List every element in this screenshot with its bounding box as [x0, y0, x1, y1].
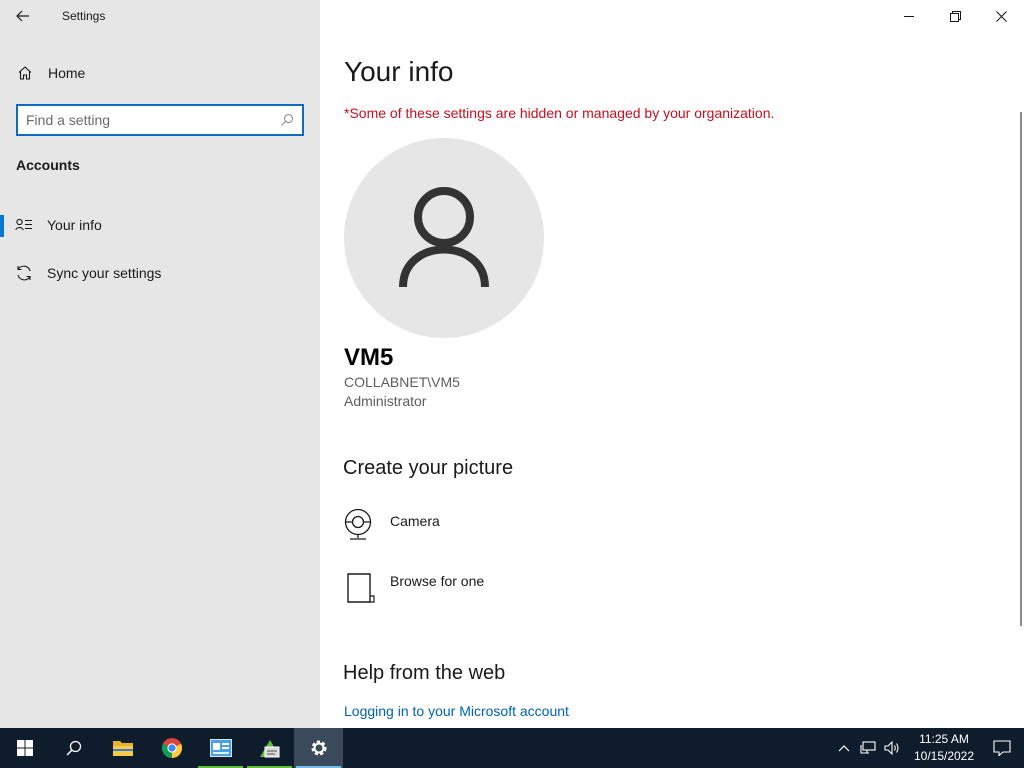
user-name: VM5: [344, 344, 394, 371]
page-title: Your info: [344, 56, 454, 87]
main-content: Your info *Some of these settings are hi…: [320, 0, 1024, 728]
help-link[interactable]: Logging in to your Microsoft account: [344, 703, 569, 719]
search-icon: [65, 740, 81, 756]
chevron-up-icon: [838, 745, 850, 752]
title-bar: Settings: [0, 0, 320, 32]
app-green-button[interactable]: [245, 728, 294, 768]
sidebar-item-label: Sync your settings: [47, 265, 162, 281]
network-icon: [860, 741, 876, 754]
system-tray: 11:25 AM 10/15/2022: [832, 728, 1024, 768]
browse-label: Browse for one: [390, 573, 485, 589]
app-window-button[interactable]: [196, 728, 245, 768]
volume-icon: [884, 741, 899, 755]
search-box: [16, 104, 304, 136]
network-button[interactable]: [856, 728, 880, 768]
settings-window: Settings Home Accounts Your info S: [0, 0, 1024, 728]
app-window-icon: [209, 739, 232, 757]
sidebar: Settings Home Accounts Your info S: [0, 0, 320, 728]
browse-file-icon: [344, 568, 390, 612]
scrollbar[interactable]: [1020, 112, 1022, 626]
browse-option[interactable]: Browse for one: [344, 568, 644, 612]
back-arrow-icon: [16, 10, 29, 22]
your-info-icon: [0, 218, 47, 232]
app-green-icon: [259, 740, 280, 758]
sidebar-item-label: Your info: [47, 217, 102, 233]
sync-icon: [0, 264, 47, 282]
home-label: Home: [48, 65, 86, 81]
camera-option[interactable]: Camera: [344, 508, 644, 552]
chrome-icon: [161, 738, 182, 758]
camera-label: Camera: [390, 513, 440, 529]
create-picture-heading: Create your picture: [343, 457, 514, 479]
file-explorer-button[interactable]: [98, 728, 147, 768]
person-icon: [399, 187, 489, 288]
camera-icon: [344, 508, 390, 552]
section-title: Accounts: [16, 157, 80, 173]
user-role: Administrator: [344, 393, 427, 409]
home-icon: [0, 65, 50, 81]
notification-icon: [993, 740, 1011, 756]
avatar: [344, 138, 544, 338]
help-heading: Help from the web: [343, 662, 506, 684]
sidebar-item-your-info[interactable]: Your info: [0, 205, 320, 245]
search-icon[interactable]: [280, 113, 294, 132]
volume-button[interactable]: [880, 728, 904, 768]
search-input[interactable]: [18, 106, 268, 134]
windows-logo-icon: [16, 740, 33, 756]
taskbar-search-button[interactable]: [49, 728, 98, 768]
start-button[interactable]: [0, 728, 49, 768]
managed-warning: *Some of these settings are hidden or ma…: [344, 105, 775, 121]
user-account: COLLABNET\VM5: [344, 374, 460, 390]
gear-icon: [311, 740, 326, 756]
clock-date: 10/15/2022: [913, 749, 975, 763]
chrome-button[interactable]: [147, 728, 196, 768]
show-hidden-icons-button[interactable]: [832, 728, 856, 768]
sidebar-item-sync-settings[interactable]: Sync your settings: [0, 253, 320, 293]
clock-time: 11:25 AM: [919, 732, 969, 746]
app-title: Settings: [62, 9, 106, 23]
settings-taskbar-button[interactable]: [294, 728, 343, 768]
sidebar-item-home[interactable]: Home: [0, 58, 320, 88]
folder-icon: [112, 741, 133, 756]
back-button[interactable]: [0, 0, 46, 32]
action-center-button[interactable]: [980, 728, 1024, 768]
taskbar: 11:25 AM 10/15/2022: [0, 728, 1024, 768]
clock[interactable]: 11:25 AM 10/15/2022: [908, 731, 980, 765]
